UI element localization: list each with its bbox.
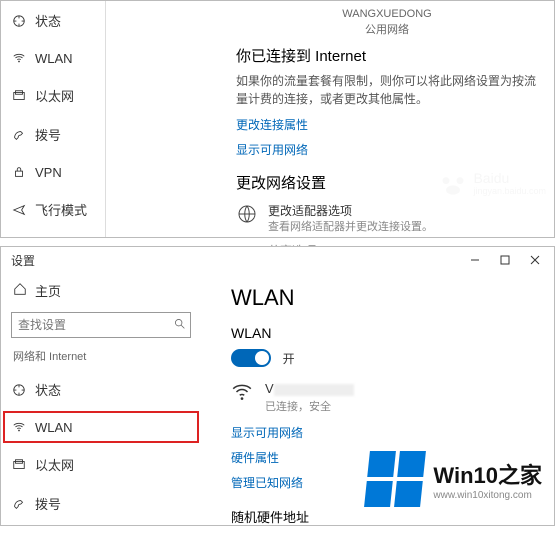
adapter-options-row[interactable]: 更改适配器选项 查看网络适配器并更改连接设置。 [236, 203, 538, 235]
wlan-sub-title: WLAN [231, 325, 538, 341]
network-name-prefix: V [265, 381, 274, 396]
sidebar-item-label: 以太网 [35, 86, 74, 105]
wlan-toggle-label: 开 [283, 352, 295, 366]
show-available-networks-link[interactable]: 显示可用网络 [231, 424, 538, 441]
dialup-icon [11, 496, 27, 512]
sidebar-item-status[interactable]: 状态 [1, 1, 105, 40]
search-input[interactable] [18, 318, 173, 332]
wifi-icon [11, 419, 27, 435]
wifi-icon [11, 50, 27, 66]
manage-known-networks-link[interactable]: 管理已知网络 [231, 474, 538, 491]
adapter-sub: 查看网络适配器并更改连接设置。 [268, 220, 433, 235]
sidebar-item-dialup[interactable]: 拨号 [1, 484, 201, 523]
sidebar-item-label: 以太网 [35, 455, 74, 474]
page-title: WLAN [231, 285, 538, 311]
sidebar: 状态 WLAN 以太网 拨号 VPN 飞行模式 移动热点 数据使用量 [1, 1, 106, 237]
sidebar-item-wlan[interactable]: WLAN [1, 409, 201, 445]
ssid-label: WANGXUEDONG [236, 7, 538, 21]
screenshot-top: 状态 WLAN 以太网 拨号 VPN 飞行模式 移动热点 数据使用量 [0, 0, 555, 238]
change-network-settings-heading: 更改网络设置 [236, 172, 538, 193]
home-button[interactable]: 主页 [1, 273, 201, 312]
home-label: 主页 [35, 281, 61, 300]
ethernet-icon [11, 457, 27, 473]
wlan-toggle[interactable] [231, 349, 271, 367]
titlebar: 设置 [1, 247, 554, 273]
network-meta: 已连接，安全 [265, 398, 354, 414]
minimize-button[interactable] [460, 247, 490, 273]
change-connection-props-link[interactable]: 更改连接属性 [236, 116, 538, 133]
section-label: 网络和 Internet [1, 348, 201, 370]
sidebar-item-label: 拨号 [35, 125, 61, 144]
ethernet-icon [11, 88, 27, 104]
sidebar-item-ethernet[interactable]: 以太网 [1, 76, 105, 115]
sidebar-item-status[interactable]: 状态 [1, 370, 201, 409]
vpn-icon [11, 164, 27, 180]
window-title: 设置 [11, 252, 35, 269]
network-type: 公用网络 [236, 21, 538, 37]
sidebar-item-hotspot[interactable]: 移动热点 [1, 229, 105, 237]
hardware-properties-link[interactable]: 硬件属性 [231, 449, 538, 466]
sidebar-item-label: 飞行模式 [35, 200, 87, 219]
search-box[interactable] [11, 312, 191, 338]
sidebar-item-ethernet[interactable]: 以太网 [1, 445, 201, 484]
adapter-icon [236, 203, 258, 225]
content: WANGXUEDONG 公用网络 你已连接到 Internet 如果你的流量套餐… [106, 1, 554, 283]
sidebar: 主页 网络和 Internet 状态 WLAN 以太网 拨号 [1, 273, 201, 551]
maximize-button[interactable] [490, 247, 520, 273]
status-icon [11, 382, 27, 398]
sidebar-item-airplane[interactable]: 飞行模式 [1, 190, 105, 229]
sidebar-item-label: WLAN [35, 51, 73, 66]
search-icon [173, 317, 186, 333]
screenshot-bottom: 设置 主页 网络和 Internet 状态 WLAN 以太网 [0, 246, 555, 526]
current-network[interactable]: V 已连接，安全 [231, 381, 538, 414]
home-icon [13, 282, 27, 299]
wifi-icon [231, 381, 255, 405]
airplane-icon [11, 202, 27, 218]
random-hw-address-heading: 随机硬件地址 [231, 507, 538, 526]
adapter-title: 更改适配器选项 [268, 203, 433, 220]
sidebar-item-label: 拨号 [35, 494, 61, 513]
status-icon [11, 13, 27, 29]
show-available-networks-link[interactable]: 显示可用网络 [236, 141, 538, 158]
sidebar-item-label: 状态 [35, 380, 61, 399]
sidebar-item-label: WLAN [35, 420, 73, 435]
sidebar-item-vpn[interactable]: VPN [1, 154, 105, 190]
network-name-blurred [274, 384, 354, 396]
dialup-icon [11, 127, 27, 143]
sidebar-item-label: 状态 [35, 11, 61, 30]
content: WLAN WLAN 开 V 已连接，安全 显示可用网络 硬件属性 管理已知网络 … [201, 273, 554, 536]
close-button[interactable] [520, 247, 550, 273]
sidebar-item-dialup[interactable]: 拨号 [1, 115, 105, 154]
connected-heading: 你已连接到 Internet [236, 45, 538, 66]
sidebar-item-label: VPN [35, 165, 62, 180]
connected-description: 如果你的流量套餐有限制，则你可以将此网络设置为按流量计费的连接，或者更改其他属性… [236, 72, 538, 108]
sidebar-item-wlan[interactable]: WLAN [1, 40, 105, 76]
